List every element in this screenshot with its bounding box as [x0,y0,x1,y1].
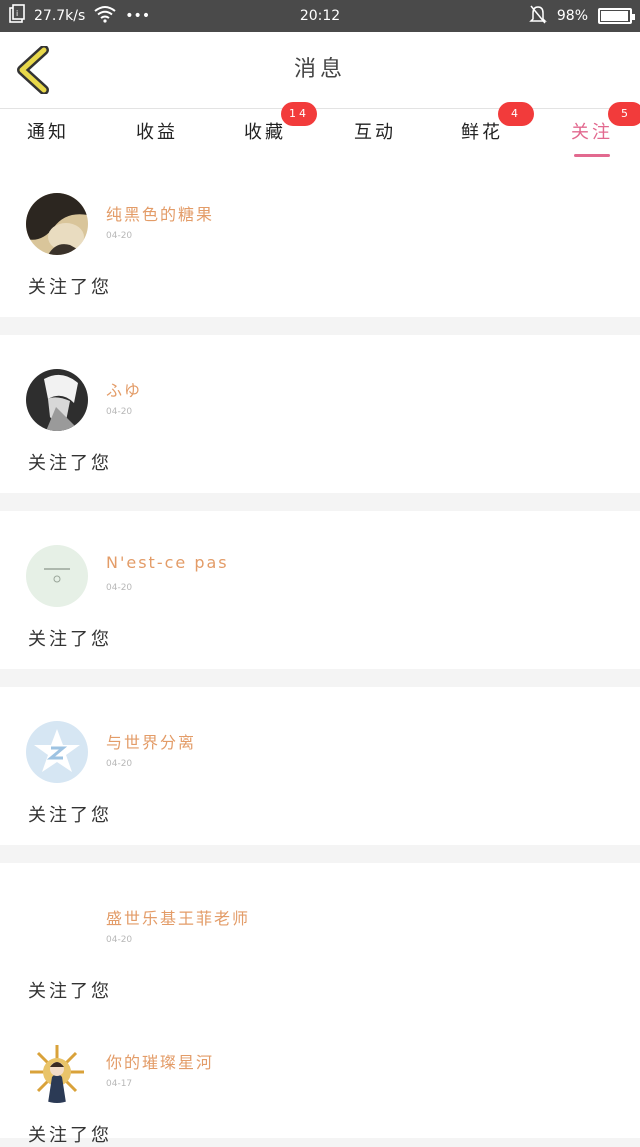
message-text: 关注了您 [28,981,112,1002]
unread-badge: 14 [281,102,317,126]
tab-notifications[interactable]: 通知 [8,109,88,159]
username[interactable]: ふゆ [106,377,142,401]
avatar[interactable] [26,1041,88,1103]
tab-label: 鲜花 [461,122,503,143]
message-date: 04-20 [106,407,133,417]
tab-following[interactable]: 关注 5 [552,102,640,159]
message-text: 关注了您 [28,629,112,650]
unread-badge: 5 [608,102,640,126]
message-date: 04-20 [106,935,133,945]
message-date: 04-17 [106,1079,133,1089]
avatar[interactable] [26,721,88,783]
avatar[interactable] [26,193,88,255]
message-text: 关注了您 [28,453,112,474]
username[interactable]: 与世界分离 [106,729,196,753]
tab-label: 互动 [354,122,396,143]
avatar[interactable] [26,545,88,607]
message-date: 04-20 [106,583,133,593]
active-tab-indicator [574,154,610,157]
username[interactable]: 盛世乐基王菲老师 [106,905,250,929]
username[interactable]: N'est-ce pas [106,553,229,572]
username[interactable]: 纯黑色的糖果 [106,201,214,225]
username[interactable]: 你的璀璨星河 [106,1049,214,1073]
tab-earnings[interactable]: 收益 [117,109,197,159]
message-text: 关注了您 [28,805,112,826]
battery-percent: 98% [556,8,588,24]
tab-label: 收藏 [244,122,286,143]
message-card[interactable]: 盛世乐基王菲老师 04-20 关注了您 [0,863,640,1021]
avatar[interactable] [26,369,88,431]
unread-badge: 4 [498,102,534,126]
message-card[interactable]: ふゆ 04-20 关注了您 [0,335,640,493]
message-text: 关注了您 [28,1125,112,1146]
mute-bell-icon [529,4,547,28]
tab-label: 通知 [27,122,69,143]
message-tabs: 通知 收益 收藏 14 互动 鲜花 4 关注 5 [0,102,640,159]
status-bar: i 27.7k/s ••• 20:12 98% [0,0,640,32]
message-card[interactable]: 纯黑色的糖果 04-20 关注了您 [0,159,640,317]
tab-favorites[interactable]: 收藏 14 [225,102,317,159]
tab-flowers[interactable]: 鲜花 4 [442,102,534,159]
avatar[interactable] [26,897,88,959]
message-date: 04-20 [106,231,133,241]
clock: 20:12 [299,8,341,24]
message-card[interactable]: N'est-ce pas 04-20 关注了您 [0,511,640,669]
tab-interactions[interactable]: 互动 [335,109,415,159]
tab-label: 收益 [136,122,178,143]
page-title: 消息 [293,57,346,82]
message-date: 04-20 [106,759,133,769]
battery-icon [598,8,635,24]
message-card[interactable]: 你的璀璨星河 04-17 关注了您 [0,1007,640,1146]
tab-label: 关注 [571,122,613,143]
app-header: 消息 [0,32,640,109]
message-card[interactable]: 与世界分离 04-20 关注了您 [0,687,640,845]
message-text: 关注了您 [28,277,112,298]
